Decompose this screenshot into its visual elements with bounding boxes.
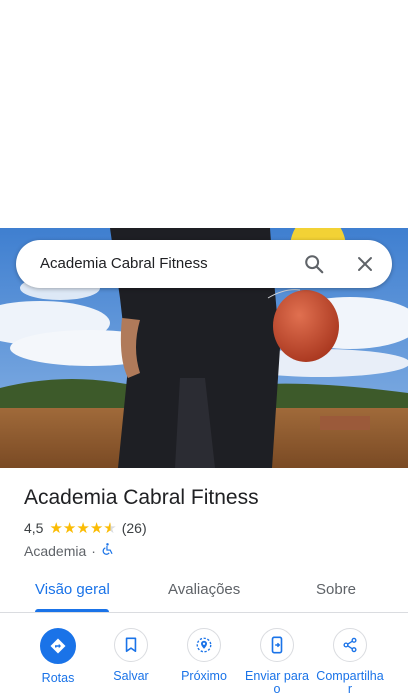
directions-label: Rotas [41, 671, 75, 685]
tab-about[interactable]: Sobre [316, 581, 356, 598]
star-icon: ★ [76, 519, 90, 537]
bookmark-icon [114, 628, 148, 662]
send-to-phone-button[interactable]: Enviar para o [237, 628, 317, 696]
half-star-icon: ★ [103, 519, 117, 537]
share-icon [333, 628, 367, 662]
tab-overview[interactable]: Visão geral [35, 581, 110, 598]
send-to-phone-label-line2: o [273, 682, 281, 696]
category-label: Academia [24, 542, 87, 559]
star-rating: ★ ★ ★ ★ ★ [49, 521, 116, 536]
directions-icon [40, 628, 76, 664]
category-row: Academia · [24, 542, 114, 559]
share-label-line2: r [347, 682, 353, 696]
action-bar: Rotas Salvar Próximo Enviar para o Compa… [0, 628, 408, 698]
close-icon[interactable] [353, 252, 377, 276]
nearby-label: Próximo [181, 669, 227, 683]
wheelchair-icon [101, 542, 114, 559]
save-button[interactable]: Salvar [91, 628, 171, 683]
tab-bar: Visão geral Avaliações Sobre [0, 568, 408, 613]
tab-reviews[interactable]: Avaliações [168, 581, 240, 598]
review-count: (26) [121, 520, 147, 536]
search-input[interactable]: Academia Cabral Fitness [40, 255, 208, 272]
star-icon: ★ [89, 519, 104, 537]
active-tab-indicator [35, 609, 109, 612]
save-label: Salvar [113, 669, 149, 683]
star-icon: ★ [49, 519, 63, 537]
nearby-button[interactable]: Próximo [164, 628, 244, 683]
rating-row[interactable]: 4,5 ★ ★ ★ ★ ★ (26) [24, 520, 147, 536]
search-bar[interactable]: Academia Cabral Fitness [16, 240, 392, 288]
search-icon[interactable] [302, 252, 326, 276]
star-icon: ★ [62, 519, 77, 537]
nearby-icon [187, 628, 221, 662]
separator: · [91, 542, 96, 559]
share-button[interactable]: Compartilha r [310, 628, 390, 696]
rating-value: 4,5 [24, 520, 44, 536]
directions-button[interactable]: Rotas [18, 628, 98, 685]
place-title: Academia Cabral Fitness [24, 486, 259, 509]
send-to-phone-icon [260, 628, 294, 662]
